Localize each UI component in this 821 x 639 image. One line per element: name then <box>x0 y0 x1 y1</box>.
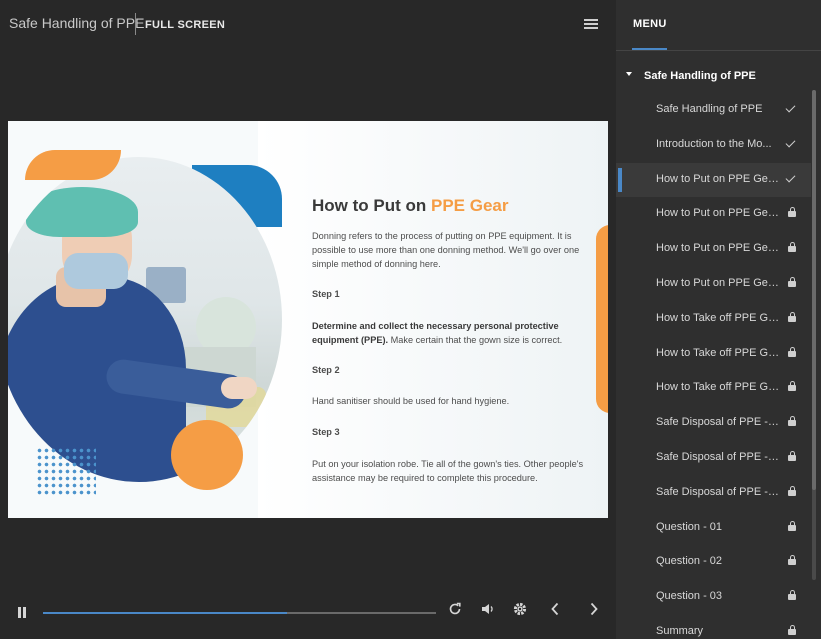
lock-icon <box>786 589 798 603</box>
course-title: Safe Handling of PPE <box>9 15 145 31</box>
menu-item[interactable]: Question - 02 <box>616 545 811 580</box>
menu-item-label: How to Put on PPE Gea... <box>656 207 780 220</box>
menu-item-label: How to Put on PPE Gea... <box>656 242 780 255</box>
menu-item[interactable]: Question - 01 <box>616 511 811 546</box>
menu-item[interactable]: How to Put on PPE Gea... <box>616 232 811 267</box>
menu-item[interactable]: Question - 03 <box>616 580 811 615</box>
menu-item-label: Safe Handling of PPE <box>656 103 763 115</box>
previous-icon[interactable] <box>546 602 564 622</box>
menu-item-label: Question - 01 <box>656 520 723 533</box>
menu-scrollbar[interactable] <box>812 90 816 580</box>
menu-item[interactable]: Safe Handling of PPE <box>616 93 811 128</box>
menu-item-label: Introduction to the Mo... <box>656 137 772 150</box>
orange-decoration-top <box>25 150 121 180</box>
menu-item[interactable]: How to Take off PPE Ge... <box>616 302 811 337</box>
header-divider <box>135 13 136 35</box>
lock-icon <box>786 485 798 499</box>
lock-icon <box>786 276 798 290</box>
hamburger-menu-icon[interactable] <box>584 19 598 30</box>
step-3-text: Put on your isolation robe. Tie all of t… <box>312 459 584 483</box>
lock-icon <box>786 624 798 638</box>
lock-icon <box>786 554 798 568</box>
step-2-heading: Step 2 <box>312 365 340 375</box>
menu-item-label: Question - 02 <box>656 555 723 568</box>
menu-item[interactable]: How to Take off PPE Ge... <box>616 371 811 406</box>
settings-icon[interactable] <box>511 602 529 622</box>
player-app: Safe Handling of PPE FULL SCREEN How to … <box>0 0 821 639</box>
orange-decoration-side <box>596 225 608 413</box>
checkmark-icon <box>785 102 798 116</box>
player-controls <box>0 598 616 628</box>
menu-item-label: Safe Disposal of PPE - 03 <box>656 485 780 498</box>
menu-item-label: Summary <box>656 624 704 637</box>
menu-list: Safe Handling of PPE Introduction to the … <box>616 93 811 639</box>
menu-item[interactable]: Safe Disposal of PPE - 01 <box>616 406 811 441</box>
menu-item[interactable]: How to Put on PPE Gea... <box>616 162 811 198</box>
menu-item-label: How to Put on PPE Gea... <box>656 276 780 289</box>
step-1-text: Determine and collect the necessary pers… <box>312 321 563 345</box>
step-3-heading: Step 3 <box>312 427 340 437</box>
menu-header: MENU <box>616 0 821 51</box>
menu-section-header[interactable]: Safe Handling of PPE <box>616 60 811 92</box>
menu-item-label: How to Put on PPE Gea... <box>656 172 780 185</box>
checkmark-icon <box>785 172 798 186</box>
menu-item-label: How to Take off PPE Ge... <box>656 381 780 394</box>
menu-sidebar: MENU Safe Handling of PPE Safe Handling … <box>616 0 821 639</box>
menu-item-label: How to Take off PPE Ge... <box>656 311 780 324</box>
menu-item[interactable]: How to Take off PPE Ge... <box>616 337 811 372</box>
step-2-text: Hand sanitiser should be used for hand h… <box>312 396 510 406</box>
menu-item-label: Safe Disposal of PPE - 01 <box>656 416 780 429</box>
menu-item[interactable]: How to Put on PPE Gea... <box>616 197 811 232</box>
lock-icon <box>786 206 798 220</box>
menu-item-label: How to Take off PPE Ge... <box>656 346 780 359</box>
pause-icon[interactable] <box>17 607 27 618</box>
lock-icon <box>786 415 798 429</box>
orange-circle-decoration <box>171 420 243 490</box>
step-1-heading: Step 1 <box>312 289 340 299</box>
menu-section-title: Safe Handling of PPE <box>644 70 756 82</box>
lock-icon <box>786 241 798 255</box>
scrollbar-thumb[interactable] <box>812 90 816 490</box>
lock-icon <box>786 520 798 534</box>
volume-icon[interactable] <box>479 602 497 622</box>
slide-content: How to Put on PPE Gear Donning refers to… <box>8 121 608 518</box>
lock-icon <box>786 450 798 464</box>
lock-icon <box>786 380 798 394</box>
dot-pattern-decoration <box>36 447 96 497</box>
progress-fill <box>43 612 287 614</box>
menu-item[interactable]: Safe Disposal of PPE - 03 <box>616 476 811 511</box>
menu-item[interactable]: Summary <box>616 615 811 639</box>
tab-menu[interactable]: MENU <box>633 18 667 30</box>
slide-title: How to Put on PPE Gear <box>312 196 509 215</box>
menu-item[interactable]: How to Put on PPE Gea... <box>616 267 811 302</box>
menu-item-label: Question - 03 <box>656 590 723 603</box>
tab-underline <box>632 48 667 50</box>
fullscreen-button[interactable]: FULL SCREEN <box>145 19 225 31</box>
header-bar: Safe Handling of PPE FULL SCREEN <box>0 0 616 50</box>
lock-icon <box>786 346 798 360</box>
progress-bar[interactable] <box>43 612 436 614</box>
lock-icon <box>786 311 798 325</box>
menu-item-label: Safe Disposal of PPE - 02 <box>656 450 780 463</box>
menu-item[interactable]: Safe Disposal of PPE - 02 <box>616 441 811 476</box>
slide-intro: Donning refers to the process of putting… <box>312 231 580 269</box>
next-icon[interactable] <box>585 602 603 622</box>
nurse-photo <box>8 157 282 482</box>
replay-icon[interactable] <box>446 602 464 622</box>
caret-down-icon <box>626 72 632 76</box>
menu-item[interactable]: Introduction to the Mo... <box>616 128 811 163</box>
checkmark-icon <box>785 137 798 151</box>
